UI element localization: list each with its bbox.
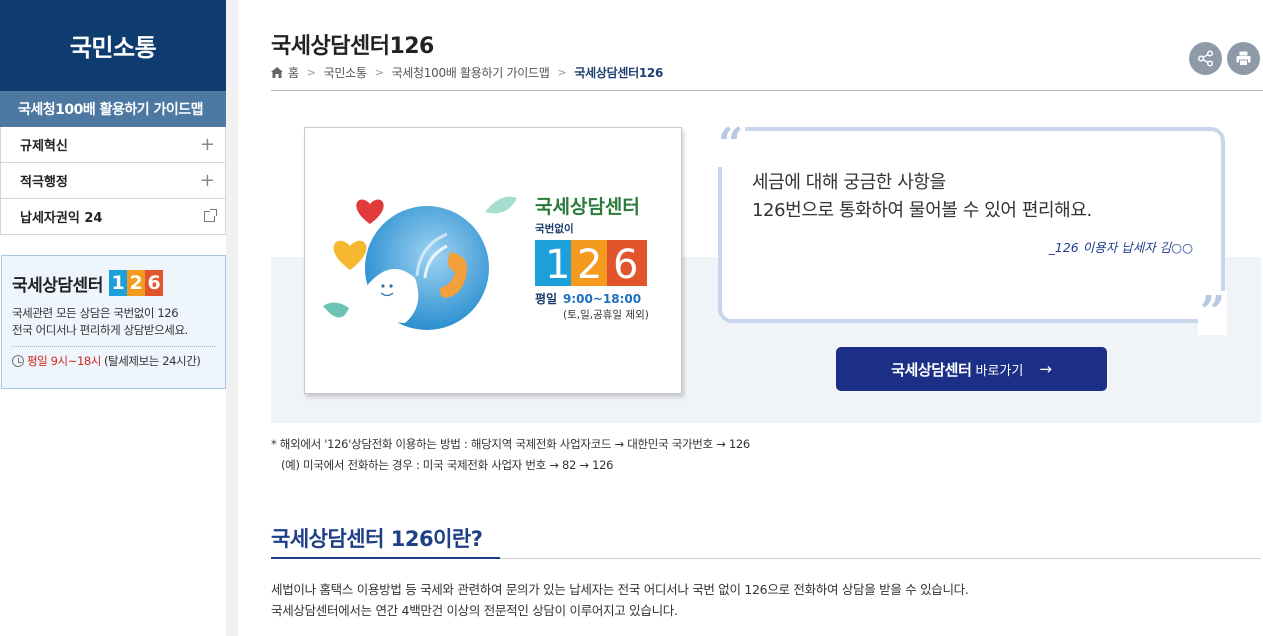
clock-icon [12,355,24,367]
banner-title-text: 국세상담센터 [12,275,103,296]
arrow-right-icon: → [1039,360,1052,378]
svg-text:1: 1 [545,242,570,288]
breadcrumb-current: 국세상담센터126 [574,66,663,80]
print-icon [1236,51,1251,66]
sidebar-item-active-admin[interactable]: 적극행정 + [1,163,225,199]
heart-icon [356,199,384,224]
section-title-underline [271,557,500,559]
section-body-line: 세법이나 홈택스 이용방법 등 국세와 관련하여 문의가 있는 납세자는 전국 … [271,582,969,597]
plus-icon: + [199,134,215,155]
go-to-counsel-center-button[interactable]: 국세상담센터 바로가기 → [836,347,1107,391]
banner-digit: 6 [144,270,163,296]
banner-hours: 평일 9시~18시 (탈세제보는 24시간) [12,353,215,369]
chevron-right-icon: > [374,66,384,79]
breadcrumb-item[interactable]: 국민소통 [324,64,367,81]
banner-hours-note: (탈세제보는 24시간) [103,354,201,368]
page: 국민소통 국세청100배 활용하기 가이드맵 규제혁신 + 적극행정 + 납세자… [0,0,1263,636]
breadcrumb: 홈 > 국민소통 > 국세청100배 활용하기 가이드맵 > 국세상담센터126 [271,64,663,81]
quote-author: _126 이용자 납세자 김○○ [1048,240,1193,255]
banner-digit: 2 [126,270,145,296]
sidebar: 국민소통 국세청100배 활용하기 가이드맵 규제혁신 + 적극행정 + 납세자… [0,0,226,235]
svg-text:2: 2 [577,242,602,288]
note-line: (예) 미국에서 전화하는 경우 : 미국 국제전화 사업자 번호 → 82 →… [281,458,614,472]
banner-title: 국세상담센터 1 2 6 [12,270,215,296]
section-body: 세법이나 홈택스 이용방법 등 국세와 관련하여 문의가 있는 납세자는 전국 … [271,579,969,621]
cta-label: 바로가기 [975,363,1024,379]
sidebar-menu: 규제혁신 + 적극행정 + 납세자권익 24 [0,127,226,235]
page-title: 국세상담센터126 [271,34,434,59]
home-icon[interactable] [271,67,283,78]
quote-line: 세금에 대해 궁금한 사항을 [752,172,946,193]
counsel-center-banner[interactable]: 국세상담센터 1 2 6 국세관련 모든 상담은 국번없이 126 전국 어디서… [1,255,226,389]
banner-digit: 1 [108,270,127,296]
sidebar-item-label: 규제혁신 [20,139,68,154]
quote-open-icon: “ [716,119,746,170]
header-divider [271,90,1263,91]
heart-icon [333,240,367,270]
banner-hours-weekday: 평일 9시~18시 [27,354,101,368]
sidebar-item-regulation[interactable]: 규제혁신 + [1,127,225,163]
chevron-right-icon: > [306,66,316,79]
image-hours: 9:00~18:00 [563,292,641,306]
chevron-right-icon: > [557,66,567,79]
image-hours-label: 평일 [535,292,557,306]
cta-label-bold: 국세상담센터 [891,360,972,379]
breadcrumb-home[interactable]: 홈 [288,64,299,81]
share-button[interactable] [1189,42,1222,75]
overseas-call-notes: * 해외에서 '126'상담전화 이용하는 방법 : 해당지역 국제전화 사업자… [271,434,750,476]
sidebar-gutter [226,0,238,636]
leaf-icon [323,302,349,318]
sidebar-item-taxpayer-rights[interactable]: 납세자권익 24 [1,199,225,235]
svg-text:6: 6 [613,242,638,288]
breadcrumb-item[interactable]: 국세청100배 활용하기 가이드맵 [392,64,550,81]
counsel-center-image: 국세상담센터 국번없이 1 2 6 평일 9:00~18:00 (토,일,공휴일… [304,127,682,394]
quote-line: 126번으로 통화하여 물어볼 수 있어 편리해요. [752,200,1092,221]
plus-icon: + [199,170,215,191]
image-sub: 국번없이 [535,222,574,235]
sidebar-item-label: 납세자권익 24 [20,211,103,226]
external-link-icon [204,209,217,222]
banner-number: 1 2 6 [108,270,163,296]
print-button[interactable] [1227,42,1260,75]
quote-text: 세금에 대해 궁금한 사항을 126번으로 통화하여 물어볼 수 있어 편리해요… [752,169,1092,225]
share-icon [1197,50,1214,67]
image-title: 국세상담센터 [535,196,640,218]
section-title: 국세상담센터 126이란? [271,527,483,551]
leaf-icon [485,196,517,214]
banner-desc-line: 국세관련 모든 상담은 국번없이 126 [12,306,179,320]
banner-description: 국세관련 모든 상담은 국번없이 126 전국 어디서나 편리하게 상담받으세요… [12,305,215,339]
sidebar-item-label: 적극행정 [20,175,68,190]
banner-divider [12,346,215,347]
banner-desc-line: 전국 어디서나 편리하게 상담받으세요. [12,323,188,337]
sidebar-item-guidemap[interactable]: 국세청100배 활용하기 가이드맵 [0,91,226,127]
image-note: (토,일,공휴일 제외) [563,308,649,321]
note-line: * 해외에서 '126'상담전화 이용하는 방법 : 해당지역 국제전화 사업자… [271,437,750,451]
sidebar-heading[interactable]: 국민소통 [0,0,226,91]
section-body-line: 국세상담센터에서는 연간 4백만건 이상의 전문적인 상담이 이루어지고 있습니… [271,603,678,618]
counsel-center-illustration: 국세상담센터 국번없이 1 2 6 평일 9:00~18:00 (토,일,공휴일… [323,196,649,330]
testimonial-quote: “ 세금에 대해 궁금한 사항을 126번으로 통화하여 물어볼 수 있어 편리… [716,123,1227,335]
quote-close-icon: ” [1197,287,1227,338]
